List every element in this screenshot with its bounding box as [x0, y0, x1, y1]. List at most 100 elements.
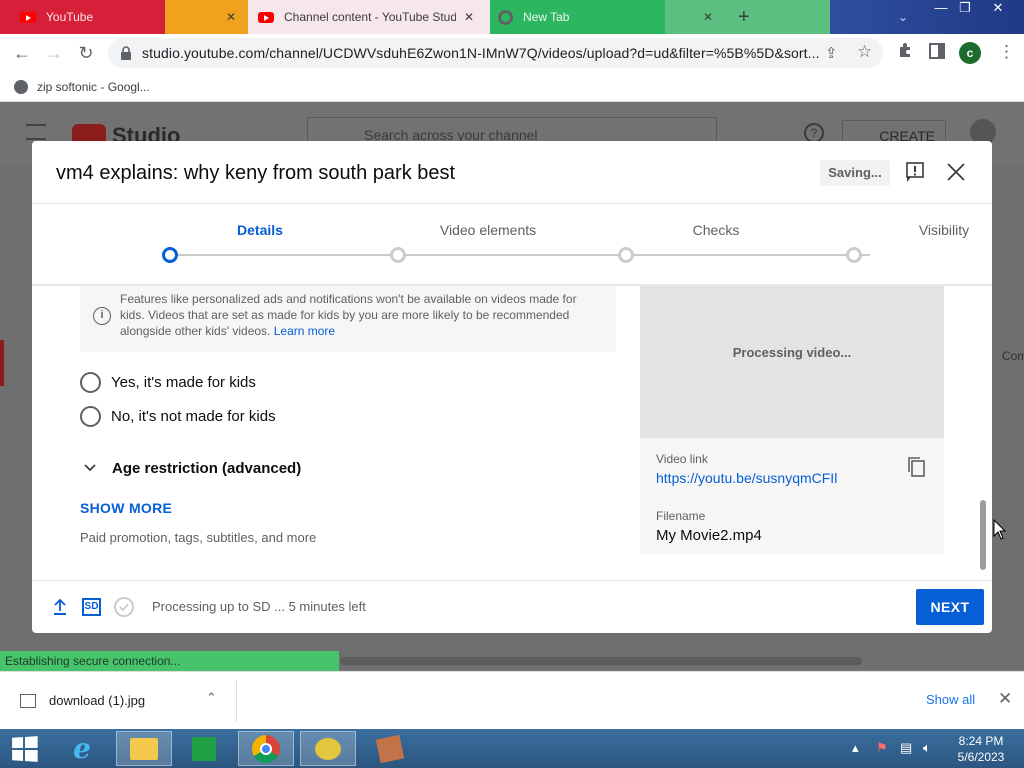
- chrome-taskbar-icon[interactable]: [238, 731, 294, 766]
- tab-close-icon[interactable]: ✕: [703, 0, 717, 34]
- action-center-flag-icon[interactable]: ⚑: [876, 740, 888, 756]
- menu-kebab-icon[interactable]: ⋮: [998, 42, 1015, 62]
- windows-logo-icon: [12, 735, 38, 762]
- sidebar-active-indicator: [0, 340, 4, 386]
- horizontal-scrollbar[interactable]: [340, 657, 862, 665]
- show-more-button[interactable]: SHOW MORE: [80, 500, 172, 516]
- bee-app-icon: [315, 737, 341, 760]
- address-bar[interactable]: studio.youtube.com/channel/UCDWVsduhE6Zw…: [108, 38, 883, 68]
- copy-icon[interactable]: [906, 456, 926, 478]
- upload-stepper: Details Video elements Checks Visibility: [32, 205, 992, 285]
- video-thumbnail-placeholder: Processing video...: [640, 286, 944, 438]
- share-icon[interactable]: ⇪: [825, 44, 838, 62]
- bookmarks-bar: zip softonic - Googl...: [0, 72, 1024, 102]
- upload-details-dialog: vm4 explains: why keny from south park b…: [32, 141, 992, 633]
- ie-icon: e: [73, 732, 91, 765]
- dialog-title: vm4 explains: why keny from south park b…: [56, 162, 456, 184]
- new-tab-plus-icon[interactable]: +: [738, 0, 758, 34]
- hamburger-menu-icon[interactable]: [26, 124, 46, 140]
- store-taskbar-icon[interactable]: [176, 731, 232, 766]
- volume-icon[interactable]: 🔈︎: [923, 740, 931, 756]
- vertical-scrollbar[interactable]: [980, 500, 986, 570]
- sd-quality-icon: SD: [82, 598, 101, 616]
- tab-search-chevron-icon[interactable]: ⌄: [898, 0, 912, 34]
- tab-strip: YouTube ✕ Channel content - YouTube Stud…: [0, 0, 1024, 34]
- next-button[interactable]: NEXT: [916, 589, 984, 625]
- video-editor-taskbar-icon[interactable]: [362, 731, 418, 766]
- radio-made-for-kids-yes[interactable]: Yes, it's made for kids: [80, 372, 256, 393]
- processing-status-text: Processing up to SD ... 5 minutes left: [152, 599, 366, 614]
- step-dot: [390, 247, 406, 263]
- start-button[interactable]: [0, 731, 48, 766]
- windows-taskbar: e: [0, 729, 1024, 768]
- divider: [236, 680, 237, 722]
- learn-more-link[interactable]: Learn more: [274, 324, 335, 338]
- feedback-icon[interactable]: [905, 161, 925, 183]
- clock-time: 8:24 PM: [958, 734, 1004, 748]
- app-taskbar-icon[interactable]: [300, 731, 356, 766]
- chrome-favicon-icon: [498, 9, 513, 25]
- bookmark-favicon-icon: [14, 79, 28, 94]
- profile-avatar[interactable]: c: [959, 42, 981, 64]
- store-icon: [192, 736, 216, 761]
- tab-youtube[interactable]: YouTube: [20, 0, 160, 34]
- processing-video-text: Processing video...: [732, 345, 852, 360]
- filename-value: My Movie2.mp4: [656, 527, 762, 544]
- kids-info-text: Features like personalized ads and notif…: [120, 292, 577, 338]
- internet-explorer-taskbar-icon[interactable]: e: [54, 731, 110, 766]
- help-icon[interactable]: ?: [804, 123, 824, 143]
- show-all-link[interactable]: Show all: [926, 692, 975, 707]
- status-bar: Establishing secure connection...: [0, 651, 339, 671]
- radio-button-icon[interactable]: [80, 406, 101, 427]
- network-icon[interactable]: ▤: [900, 740, 912, 756]
- age-restriction-toggle[interactable]: Age restriction (advanced): [80, 458, 301, 478]
- mouse-cursor-icon: [993, 518, 1007, 546]
- upload-icon: [52, 598, 68, 616]
- studio-sidebar: [0, 166, 30, 670]
- back-arrow-icon[interactable]: ←: [6, 37, 38, 69]
- downloads-bar: download (1).jpg ⌃ Show all ✕: [0, 671, 1024, 729]
- film-icon: [375, 734, 405, 763]
- dialog-footer: SD Processing up to SD ... 5 minutes lef…: [32, 580, 992, 633]
- chevron-up-icon[interactable]: ⌃: [206, 690, 217, 706]
- info-icon: i: [93, 307, 111, 325]
- radio-made-for-kids-no[interactable]: No, it's not made for kids: [80, 406, 276, 427]
- window-close-icon[interactable]: ✕: [983, 0, 1013, 18]
- video-link[interactable]: https://youtu.be/susnyqmCFIl: [656, 470, 837, 486]
- forward-arrow-icon[interactable]: →: [38, 37, 70, 69]
- tab-channel-content[interactable]: Channel content - YouTube Studio: [258, 0, 458, 34]
- side-panel-icon[interactable]: [929, 43, 945, 63]
- clock-date: 5/6/2023: [957, 750, 1005, 764]
- lock-icon: [120, 46, 134, 60]
- youtube-favicon-icon: [20, 11, 36, 23]
- tab-close-icon[interactable]: ✕: [226, 0, 240, 34]
- url-text: studio.youtube.com/channel/UCDWVsduhE6Zw…: [142, 45, 820, 61]
- close-icon[interactable]: ✕: [998, 689, 1012, 709]
- chrome-icon: [252, 734, 280, 763]
- tray-chevron-up-icon[interactable]: ▴: [852, 740, 859, 756]
- system-clock[interactable]: 8:24 PM 5/6/2023: [951, 733, 1011, 765]
- video-link-label: Video link: [656, 452, 708, 466]
- download-item[interactable]: download (1).jpg: [49, 693, 145, 708]
- youtube-favicon-icon: [258, 11, 274, 23]
- chevron-down-icon: [80, 458, 100, 478]
- image-file-icon: [20, 694, 36, 708]
- folder-icon: [130, 737, 158, 760]
- extensions-puzzle-icon[interactable]: [897, 42, 914, 63]
- saving-status-badge: Saving...: [820, 160, 890, 186]
- tab-close-icon[interactable]: ✕: [464, 0, 478, 34]
- close-icon[interactable]: [945, 161, 967, 183]
- tab-new-tab[interactable]: New Tab: [498, 0, 658, 34]
- file-explorer-taskbar-icon[interactable]: [116, 731, 172, 766]
- bookmark-item[interactable]: zip softonic - Googl...: [37, 80, 150, 94]
- restore-icon[interactable]: ❐: [950, 0, 980, 18]
- bookmark-star-icon[interactable]: ☆: [857, 42, 872, 62]
- dialog-content: i Features like personalized ads and not…: [32, 286, 992, 580]
- video-preview-panel: Processing video... Video link https://y…: [640, 286, 944, 554]
- show-more-description: Paid promotion, tags, subtitles, and mor…: [80, 530, 317, 545]
- filename-label: Filename: [656, 509, 706, 523]
- step-dot: [618, 247, 634, 263]
- radio-button-icon[interactable]: [80, 372, 101, 393]
- step-dot: [162, 247, 178, 263]
- reload-icon[interactable]: ↻: [70, 37, 102, 69]
